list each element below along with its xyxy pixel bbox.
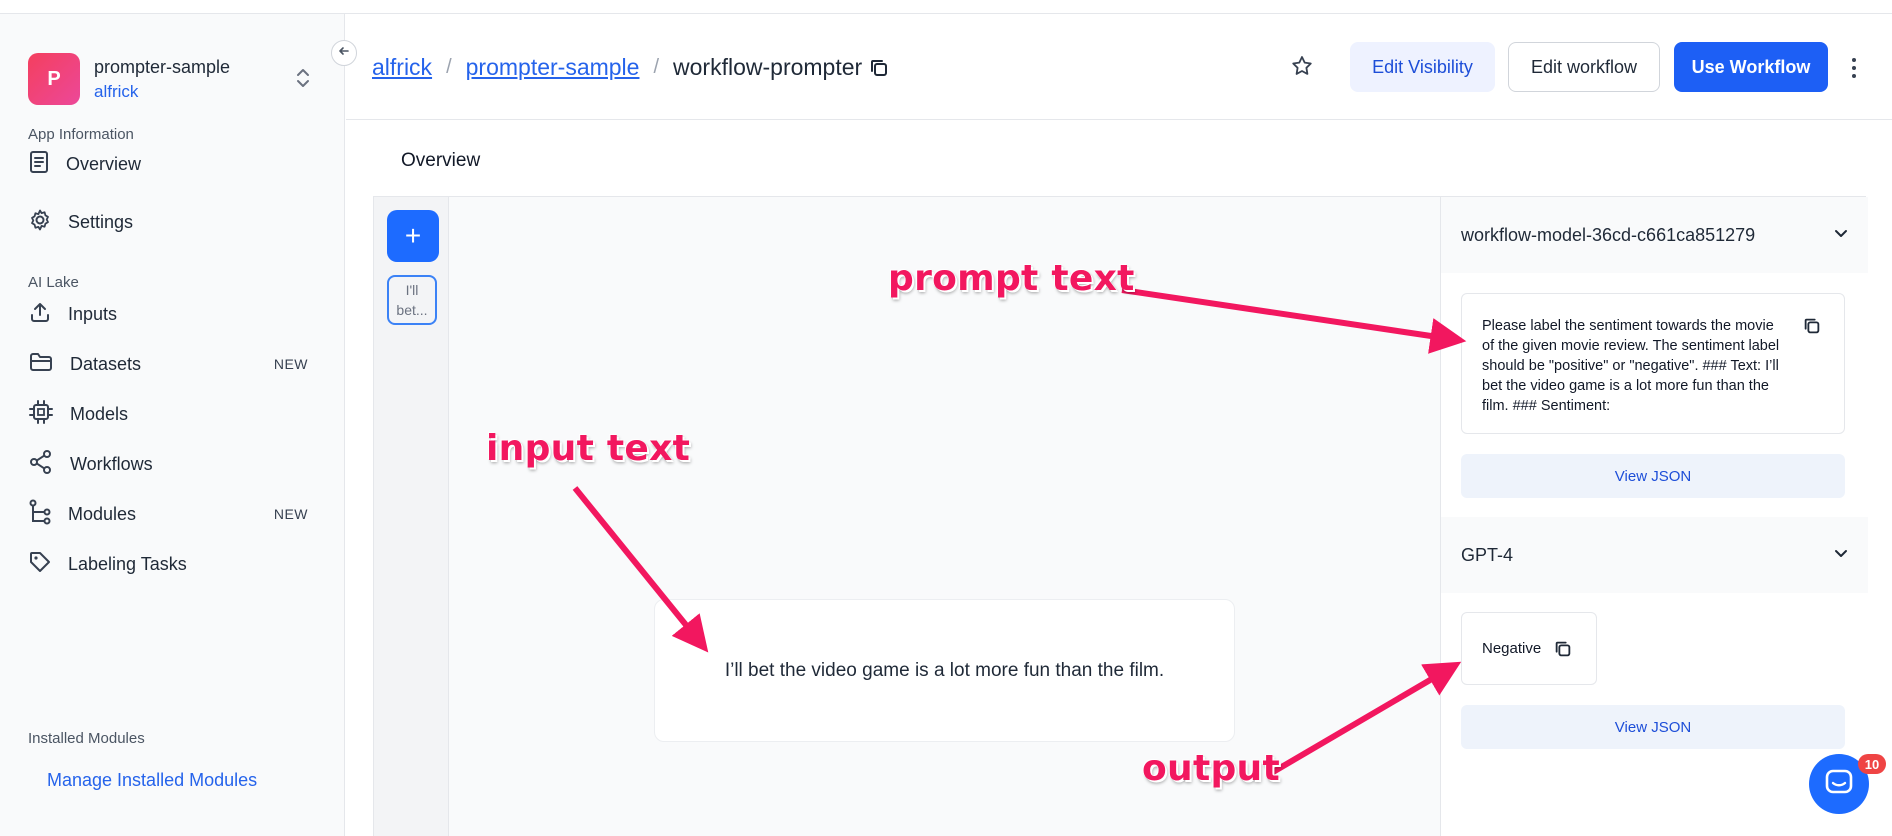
sidebar-item-labeling-tasks[interactable]: Labeling Tasks	[28, 544, 318, 584]
manage-installed-modules-link[interactable]: Manage Installed Modules	[47, 770, 257, 791]
kebab-icon[interactable]	[1844, 54, 1864, 82]
branch-icon	[28, 499, 68, 530]
star-icon	[1290, 54, 1314, 83]
new-badge: NEW	[273, 506, 308, 522]
chat-unread-badge: 10	[1858, 754, 1886, 774]
output-node-name: GPT-4	[1461, 544, 1514, 565]
sidebar-item-workflows[interactable]: Workflows	[28, 444, 318, 484]
chevron-down-icon	[1832, 545, 1850, 568]
sidebar-item-models[interactable]: Models	[28, 394, 318, 434]
folder-icon	[28, 350, 70, 379]
sidebar-item-modules[interactable]: Modules NEW	[28, 494, 318, 534]
app-name: prompter-sample	[94, 56, 231, 77]
app-switcher[interactable]: P prompter-sample alfrick	[28, 52, 318, 106]
annotation-prompt-text: prompt text	[888, 258, 1135, 299]
breadcrumb-workflow-name: workflow-prompter	[673, 54, 863, 80]
new-badge: NEW	[273, 356, 308, 372]
model-node-name: workflow-model-36cd-c661ca851279	[1461, 224, 1756, 245]
sidebar-item-settings[interactable]: Settings	[28, 202, 318, 242]
input-text-card: I’ll bet the video game is a lot more fu…	[654, 599, 1235, 742]
sidebar-item-label: Inputs	[68, 303, 118, 324]
app-avatar: P	[28, 53, 80, 105]
input-strip: + I'll bet...	[374, 197, 449, 836]
sidebar-item-label: Datasets	[70, 353, 142, 374]
model-node-header[interactable]: workflow-model-36cd-c661ca851279	[1441, 197, 1868, 273]
model-output-box: Negative	[1461, 612, 1597, 685]
sidebar-item-label: Models	[70, 403, 129, 424]
prompt-text: Please label the sentiment towards the m…	[1482, 318, 1780, 414]
view-json-button[interactable]: View JSON	[1461, 705, 1845, 749]
gear-icon	[28, 208, 68, 237]
input-thumbnail[interactable]: I'll bet...	[387, 275, 437, 325]
chevron-down-icon	[1832, 225, 1850, 248]
sidebar: P prompter-sample alfrick App Informatio…	[0, 14, 345, 836]
copy-icon[interactable]	[868, 57, 890, 79]
collapse-sidebar-button[interactable]	[331, 40, 357, 66]
tag-icon	[28, 550, 68, 579]
breadcrumb-separator: /	[653, 56, 660, 78]
annotation-input-text: input text	[486, 428, 691, 469]
section-app-information: App Information	[28, 126, 134, 143]
output-text: Negative	[1482, 640, 1542, 657]
prompt-output-box: Please label the sentiment towards the m…	[1461, 293, 1845, 434]
app-owner-link[interactable]: alfrick	[94, 82, 230, 102]
view-json-button[interactable]: View JSON	[1461, 454, 1845, 498]
copy-icon[interactable]	[1553, 639, 1573, 659]
sidebar-item-datasets[interactable]: Datasets NEW	[28, 344, 318, 384]
breadcrumb-app-link[interactable]: prompter-sample	[466, 54, 640, 81]
breadcrumb-separator: /	[446, 56, 452, 78]
add-input-button[interactable]: +	[387, 210, 439, 262]
output-node-header[interactable]: GPT-4	[1441, 517, 1868, 593]
annotation-output: output	[1142, 748, 1280, 789]
upload-icon	[28, 300, 68, 329]
page-title: Overview	[401, 150, 481, 171]
breadcrumb-user-link[interactable]: alfrick	[372, 54, 432, 81]
sidebar-item-label: Workflows	[70, 453, 153, 474]
chevron-updown-icon	[294, 66, 312, 95]
sidebar-item-inputs[interactable]: Inputs	[28, 294, 318, 334]
copy-icon[interactable]	[1802, 316, 1822, 342]
use-workflow-button[interactable]: Use Workflow	[1674, 42, 1828, 92]
chat-icon	[1824, 767, 1854, 802]
share-nodes-icon	[28, 449, 70, 480]
sidebar-item-label: Modules	[68, 503, 137, 524]
section-ai-lake: AI Lake	[28, 274, 79, 291]
breadcrumb: alfrick / prompter-sample / workflow-pro…	[372, 54, 890, 81]
page-header: alfrick / prompter-sample / workflow-pro…	[346, 14, 1892, 120]
output-panel: workflow-model-36cd-c661ca851279 Please …	[1440, 197, 1868, 836]
document-icon	[28, 150, 66, 179]
top-border	[0, 0, 1892, 14]
edit-workflow-button[interactable]: Edit workflow	[1508, 42, 1660, 92]
favorite-button[interactable]	[1288, 54, 1316, 82]
collapse-arrow-icon	[338, 44, 350, 62]
edit-visibility-button[interactable]: Edit Visibility	[1350, 42, 1495, 92]
section-installed-modules: Installed Modules	[28, 730, 145, 747]
sidebar-item-label: Overview	[66, 153, 142, 174]
sidebar-item-label: Settings	[68, 211, 134, 232]
chip-icon	[28, 399, 70, 430]
sidebar-item-overview[interactable]: Overview	[28, 144, 318, 184]
sidebar-item-label: Labeling Tasks	[68, 553, 187, 574]
